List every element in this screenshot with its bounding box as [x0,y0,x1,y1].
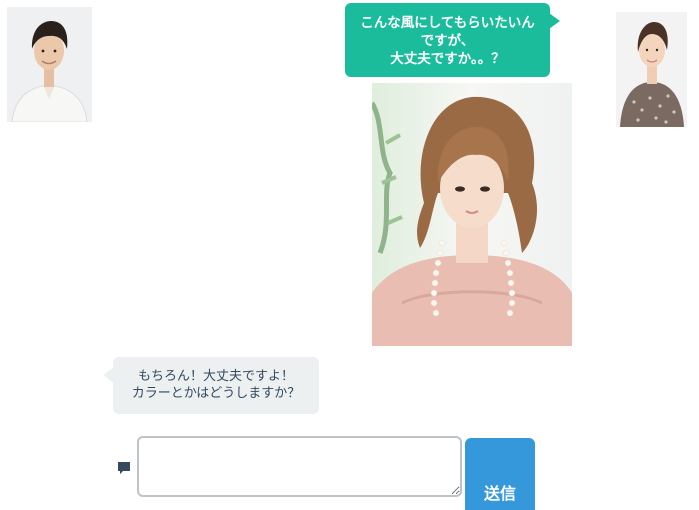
hairstyle-photo-icon [372,83,572,346]
message-line: ですが、 [420,33,475,49]
message-line: カラーとかはどうしますか？ [131,386,301,401]
male-user-avatar-icon [7,7,92,122]
message-bubble-self: こんな風にしてもらいたいん ですが、 大丈夫ですか。。？ [345,3,560,77]
send-button[interactable]: 送信 [465,438,535,510]
message-line: もちろん！大丈夫ですよ！ [137,369,294,384]
female-user-avatar-icon [616,12,687,127]
message-line: こんな風にしてもらいたいん [360,15,535,31]
avatar-self [616,12,687,127]
comment-icon [118,462,130,474]
message-input[interactable] [137,436,462,497]
hairstyle-photo[interactable] [372,83,572,346]
avatar-stylist [7,7,92,122]
message-line: 大丈夫ですか。。？ [390,51,505,67]
message-bubble-stylist: もちろん！大丈夫ですよ！ カラーとかはどうしますか？ [103,357,319,414]
